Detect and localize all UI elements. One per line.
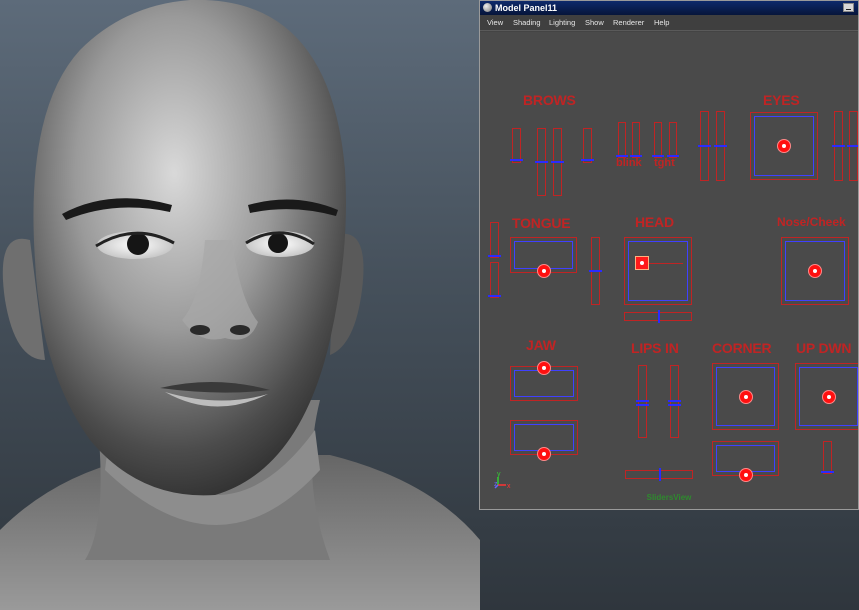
nose-cheek-control-box[interactable] [781,237,849,305]
menu-bar: View Shading Lighting Show Renderer Help [480,15,858,31]
corner-lower-control-box[interactable] [712,441,779,482]
up-down-slider[interactable] [821,441,834,474]
up-down-control-box[interactable] [795,363,858,430]
title-bar[interactable]: Model Panel11 [480,1,858,15]
eye-slider-2[interactable] [714,111,727,181]
tight-slider-1[interactable] [652,122,664,158]
corner-lower-control-handle[interactable] [739,468,753,482]
eyes-control-box[interactable] [750,112,818,180]
axis-gizmo-icon: y z x [494,471,511,490]
axis-y-label: y [497,471,501,478]
jaw-lower-control-handle[interactable] [537,447,551,461]
brow-slider-1[interactable] [510,128,523,163]
tongue-label: TONGUE [512,215,571,231]
window-title: Model Panel11 [495,3,558,13]
menu-help[interactable]: Help [654,18,669,27]
jaw-upper-control-box[interactable] [510,361,578,401]
head-control-handle[interactable] [635,256,649,270]
head-model [0,0,480,610]
tongue-control-box[interactable] [510,237,577,278]
jaw-label: JAW [526,337,556,353]
up-down-label: UP DWN [796,340,852,356]
model-panel-window: Model Panel11 View Shading Lighting Show… [479,0,859,510]
axis-z-label: z [494,481,498,488]
3d-viewport[interactable] [0,0,480,610]
tongue-slider-1[interactable] [488,222,501,258]
axis-x-label: x [507,483,511,490]
minimize-button[interactable] [843,3,854,12]
view-name-label: SlidersView [646,493,692,502]
brows-label: BROWS [523,92,576,108]
eyes-control-handle[interactable] [777,139,791,153]
brow-slider-4[interactable] [581,128,594,163]
maya-app-icon [483,3,492,12]
tight-slider-2[interactable] [667,122,679,158]
blink-slider-2[interactable] [630,122,642,158]
blink-label: blink [616,157,642,169]
menu-renderer[interactable]: Renderer [613,18,644,27]
eyes-label: EYES [763,92,800,108]
brow-slider-2[interactable] [535,128,548,196]
tongue-slider-2[interactable] [488,262,501,298]
head-control-box[interactable] [624,237,692,305]
eye-slider-3[interactable] [832,111,845,181]
blink-slider-1[interactable] [616,122,628,158]
jaw-lower-control-box[interactable] [510,420,578,461]
tongue-slider-3[interactable] [589,237,602,305]
eye-slider-4[interactable] [847,111,858,181]
eye-slider-1[interactable] [698,111,711,181]
tongue-control-handle[interactable] [537,264,551,278]
lips-horizontal-slider[interactable] [625,468,693,481]
tight-label: tght [654,157,675,169]
menu-shading[interactable]: Shading [513,18,541,27]
sliders-canvas[interactable]: BROWS blink tght EYES TONGUE HEAD Nose/C… [480,32,858,509]
lips-in-slider-2[interactable] [668,365,681,438]
lips-in-label: LIPS IN [631,340,679,356]
head-tilt-slider[interactable] [624,310,692,323]
menu-show[interactable]: Show [585,18,604,27]
corner-control-box[interactable] [712,363,779,430]
corner-control-handle[interactable] [739,390,753,404]
menu-lighting[interactable]: Lighting [549,18,575,27]
menu-view[interactable]: View [487,18,503,27]
corner-label: CORNER [712,340,772,356]
nose-cheek-control-handle[interactable] [808,264,822,278]
nose-cheek-label: Nose/Cheek [777,215,846,229]
up-down-control-handle[interactable] [822,390,836,404]
jaw-upper-control-handle[interactable] [537,361,551,375]
lips-in-slider-1[interactable] [636,365,649,438]
brow-slider-3[interactable] [551,128,564,196]
head-label: HEAD [635,214,674,230]
